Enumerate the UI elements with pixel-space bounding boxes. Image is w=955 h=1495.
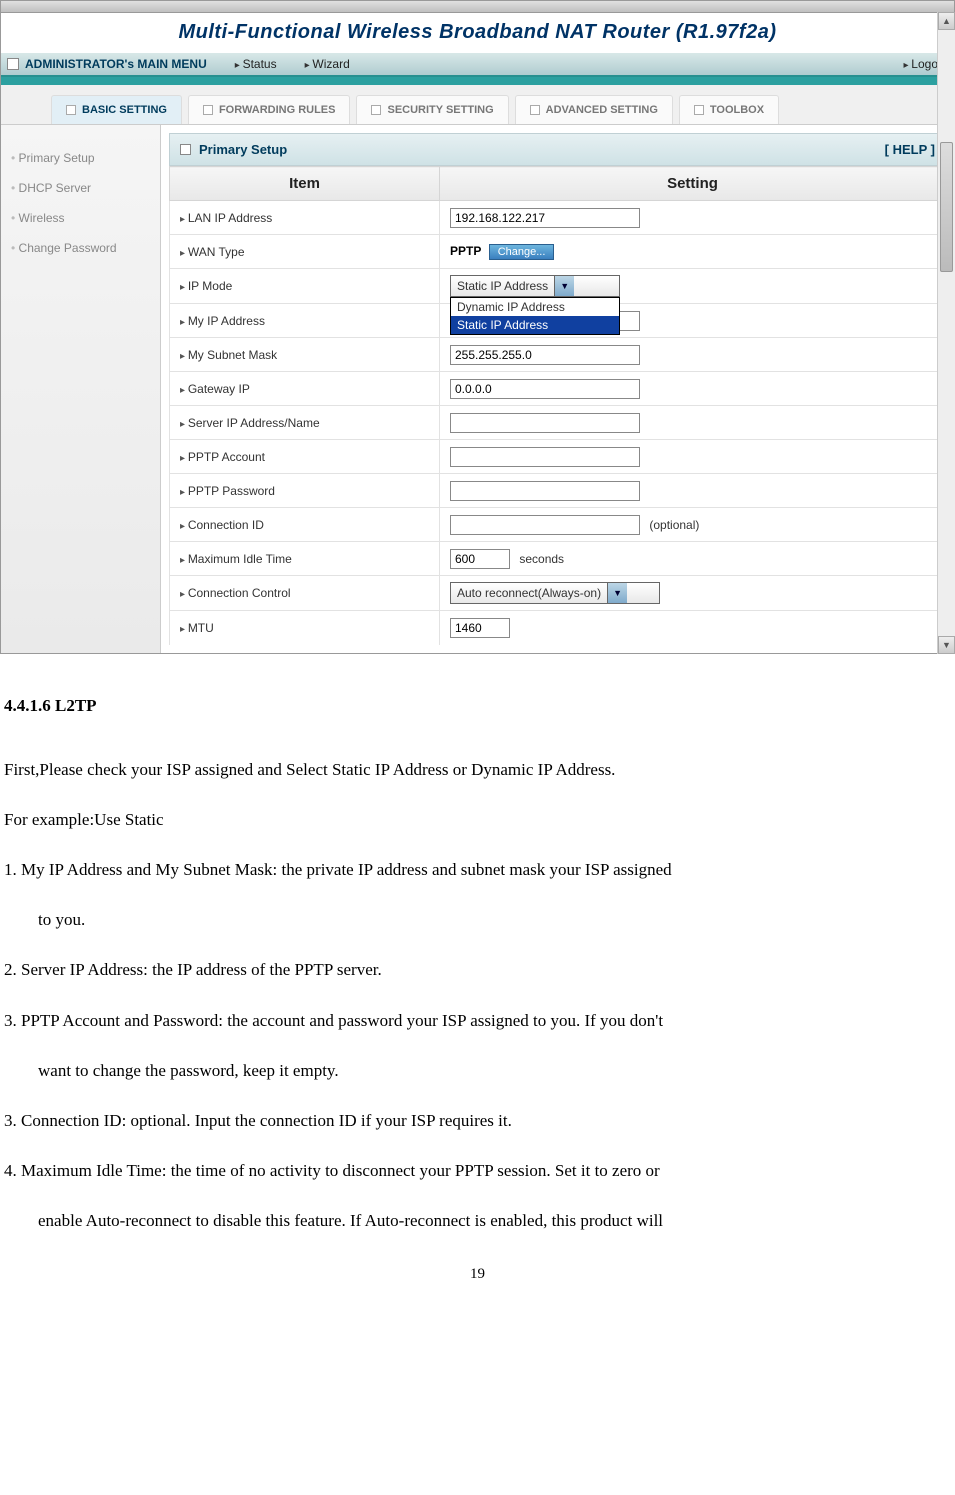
tab-advanced-setting[interactable]: ADVANCED SETTING — [515, 95, 673, 124]
ip-mode-dropdown-list: Dynamic IP Address Static IP Address — [450, 297, 620, 335]
tab-basic-setting[interactable]: BASIC SETTING — [51, 95, 182, 124]
row-lan-ip-label: LAN IP Address — [170, 201, 440, 235]
help-link[interactable]: [ HELP ] — [885, 142, 935, 157]
settings-table: Item Setting LAN IP Address WAN Type PPT… — [169, 166, 946, 645]
row-pptp-password-label: PPTP Password — [170, 474, 440, 508]
menu-wizard[interactable]: Wizard — [305, 57, 350, 71]
doc-list-item: 4. Maximum Idle Time: the time of no act… — [4, 1149, 951, 1193]
row-wan-type-label: WAN Type — [170, 235, 440, 269]
doc-paragraph: For example:Use Static — [4, 798, 951, 842]
sidebar-item-dhcp-server[interactable]: DHCP Server — [9, 177, 152, 199]
ip-mode-select[interactable]: Static IP Address ▼ — [450, 275, 620, 297]
gateway-ip-input[interactable] — [450, 379, 640, 399]
wan-type-change-button[interactable]: Change... — [489, 244, 555, 260]
wan-type-value: PPTP — [450, 244, 481, 258]
tab-label: FORWARDING RULES — [219, 104, 336, 116]
ip-mode-option-dynamic[interactable]: Dynamic IP Address — [451, 298, 619, 316]
row-pptp-account-label: PPTP Account — [170, 440, 440, 474]
document-body: 4.4.1.6 L2TP First,Please check your ISP… — [0, 654, 955, 1260]
tab-icon — [66, 105, 76, 115]
tab-bar: BASIC SETTING FORWARDING RULES SECURITY … — [1, 85, 954, 125]
row-my-ip-label: My IP Address — [170, 304, 440, 338]
mtu-input[interactable] — [450, 618, 510, 638]
scroll-down-arrow-icon[interactable]: ▼ — [938, 636, 955, 654]
idle-time-note: seconds — [519, 552, 564, 566]
chevron-down-icon: ▼ — [554, 276, 574, 296]
row-server-ip-label: Server IP Address/Name — [170, 406, 440, 440]
doc-list-item-cont: enable Auto-reconnect to disable this fe… — [4, 1199, 951, 1243]
tab-label: ADVANCED SETTING — [546, 104, 658, 116]
accent-strip — [1, 77, 954, 85]
col-setting: Setting — [440, 167, 946, 201]
row-connection-id-label: Connection ID — [170, 508, 440, 542]
scrollbar-thumb[interactable] — [940, 142, 953, 272]
connection-control-select[interactable]: Auto reconnect(Always-on) ▼ — [450, 582, 660, 604]
tab-security-setting[interactable]: SECURITY SETTING — [356, 95, 508, 124]
connection-id-note: (optional) — [649, 518, 699, 532]
row-connection-control-label: Connection Control — [170, 576, 440, 611]
doc-list-item: 3. Connection ID: optional. Input the co… — [4, 1099, 951, 1143]
row-ip-mode-label: IP Mode — [170, 269, 440, 304]
app-header-title: Multi-Functional Wireless Broadband NAT … — [1, 13, 954, 52]
main-menu-bar: ADMINISTRATOR's MAIN MENU Status Wizard … — [1, 52, 954, 77]
panel-icon — [180, 144, 191, 155]
tab-label: BASIC SETTING — [82, 104, 167, 116]
pptp-account-input[interactable] — [450, 447, 640, 467]
main-panel: Primary Setup [ HELP ] Item Setting LAN … — [161, 125, 954, 653]
doc-list-item: 3. PPTP Account and Password: the accoun… — [4, 999, 951, 1043]
server-ip-input[interactable] — [450, 413, 640, 433]
row-idle-time-label: Maximum Idle Time — [170, 542, 440, 576]
section-heading: 4.4.1.6 L2TP — [4, 684, 951, 728]
lan-ip-input[interactable] — [450, 208, 640, 228]
row-subnet-label: My Subnet Mask — [170, 338, 440, 372]
sidebar-item-primary-setup[interactable]: Primary Setup — [9, 147, 152, 169]
sidebar: Primary Setup DHCP Server Wireless Chang… — [1, 125, 161, 653]
row-gateway-label: Gateway IP — [170, 372, 440, 406]
tab-label: TOOLBOX — [710, 104, 764, 116]
tab-icon — [530, 105, 540, 115]
row-mtu-label: MTU — [170, 611, 440, 645]
panel-header: Primary Setup [ HELP ] — [169, 133, 946, 166]
pptp-password-input[interactable] — [450, 481, 640, 501]
connection-control-selected: Auto reconnect(Always-on) — [451, 586, 607, 600]
scroll-up-arrow-icon[interactable]: ▲ — [938, 12, 955, 30]
page-number: 19 — [0, 1260, 955, 1289]
doc-paragraph: First,Please check your ISP assigned and… — [4, 748, 951, 792]
sidebar-item-wireless[interactable]: Wireless — [9, 207, 152, 229]
doc-list-item: 1. My IP Address and My Subnet Mask: the… — [4, 848, 951, 892]
subnet-mask-input[interactable] — [450, 345, 640, 365]
tab-icon — [203, 105, 213, 115]
note-icon — [7, 58, 19, 70]
chevron-down-icon: ▼ — [607, 583, 627, 603]
sidebar-item-change-password[interactable]: Change Password — [9, 237, 152, 259]
tab-icon — [371, 105, 381, 115]
admin-menu-label[interactable]: ADMINISTRATOR's MAIN MENU — [25, 57, 207, 71]
doc-list-item-cont: want to change the password, keep it emp… — [4, 1049, 951, 1093]
panel-title: Primary Setup — [199, 142, 287, 157]
tab-forwarding-rules[interactable]: FORWARDING RULES — [188, 95, 351, 124]
tab-icon — [694, 105, 704, 115]
menu-status[interactable]: Status — [235, 57, 277, 71]
tab-toolbox[interactable]: TOOLBOX — [679, 95, 779, 124]
ip-mode-option-static[interactable]: Static IP Address — [451, 316, 619, 334]
ip-mode-selected: Static IP Address — [451, 279, 554, 293]
doc-list-item: 2. Server IP Address: the IP address of … — [4, 948, 951, 992]
window-title-bar — [1, 1, 954, 13]
col-item: Item — [170, 167, 440, 201]
idle-time-input[interactable] — [450, 549, 510, 569]
vertical-scrollbar[interactable]: ▲ ▼ — [937, 12, 955, 654]
tab-label: SECURITY SETTING — [387, 104, 493, 116]
doc-list-item-cont: to you. — [4, 898, 951, 942]
connection-id-input[interactable] — [450, 515, 640, 535]
